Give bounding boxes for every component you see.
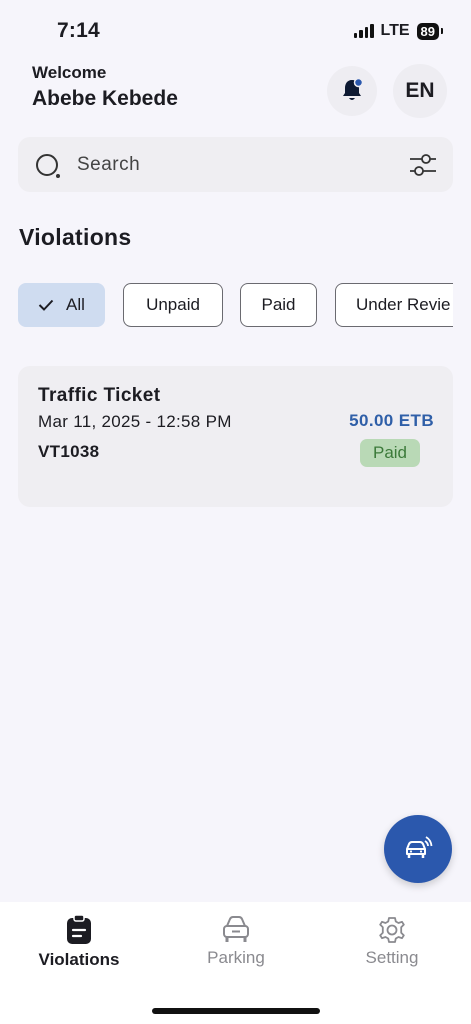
search-icon (36, 154, 60, 178)
violation-code: VT1038 (38, 442, 100, 461)
status-badge: Paid (360, 439, 420, 467)
violation-card[interactable]: Traffic Ticket Mar 11, 2025 - 12:58 PM V… (18, 366, 453, 507)
language-button[interactable]: EN (393, 64, 447, 118)
search-input[interactable]: Search (77, 154, 140, 176)
filter-chip-all[interactable]: All (18, 283, 105, 327)
home-indicator (152, 1008, 320, 1014)
battery-icon: 89 (416, 22, 444, 40)
bell-icon (343, 78, 364, 100)
greeting: Welcome Abebe Kebede (32, 62, 178, 114)
nav-item-parking[interactable]: Parking (195, 916, 277, 968)
page-title: Violations (19, 224, 132, 250)
signal-icon (353, 24, 374, 38)
gear-icon (379, 917, 405, 943)
violation-amount: 50.00 ETB (349, 411, 434, 430)
car-icon (223, 916, 249, 942)
user-name: Abebe Kebede (32, 87, 178, 110)
car-signal-icon (406, 836, 433, 858)
nav-label: Parking (207, 948, 265, 967)
nav-label: Violations (38, 950, 120, 969)
status-time: 7:14 (57, 19, 100, 42)
status-bar: 7:14 LTE 89 (0, 0, 471, 62)
filter-chip-paid[interactable]: Paid (240, 283, 317, 327)
welcome-text: Welcome (32, 63, 107, 82)
filter-chip-label: All (66, 295, 85, 314)
notification-button[interactable] (327, 66, 377, 116)
network-type: LTE (380, 22, 410, 39)
filter-chips: All Unpaid Paid Under Revie (18, 283, 453, 329)
bottom-nav: Violations Parking Setting (0, 902, 471, 1024)
fab-button[interactable] (384, 815, 452, 883)
nav-label: Setting (365, 948, 419, 967)
nav-item-setting[interactable]: Setting (353, 916, 431, 968)
violation-title: Traffic Ticket (38, 385, 161, 406)
sliders-icon[interactable] (409, 152, 437, 178)
status-indicators: LTE 89 (353, 22, 444, 40)
filter-chip-unpaid[interactable]: Unpaid (123, 283, 223, 327)
search-bar[interactable]: Search (18, 137, 453, 192)
check-icon (38, 299, 54, 311)
filter-chip-under-review[interactable]: Under Revie (335, 283, 453, 327)
violation-date: Mar 11, 2025 - 12:58 PM (38, 412, 232, 431)
clipboard-icon (67, 914, 91, 944)
nav-item-violations[interactable]: Violations (31, 914, 127, 970)
